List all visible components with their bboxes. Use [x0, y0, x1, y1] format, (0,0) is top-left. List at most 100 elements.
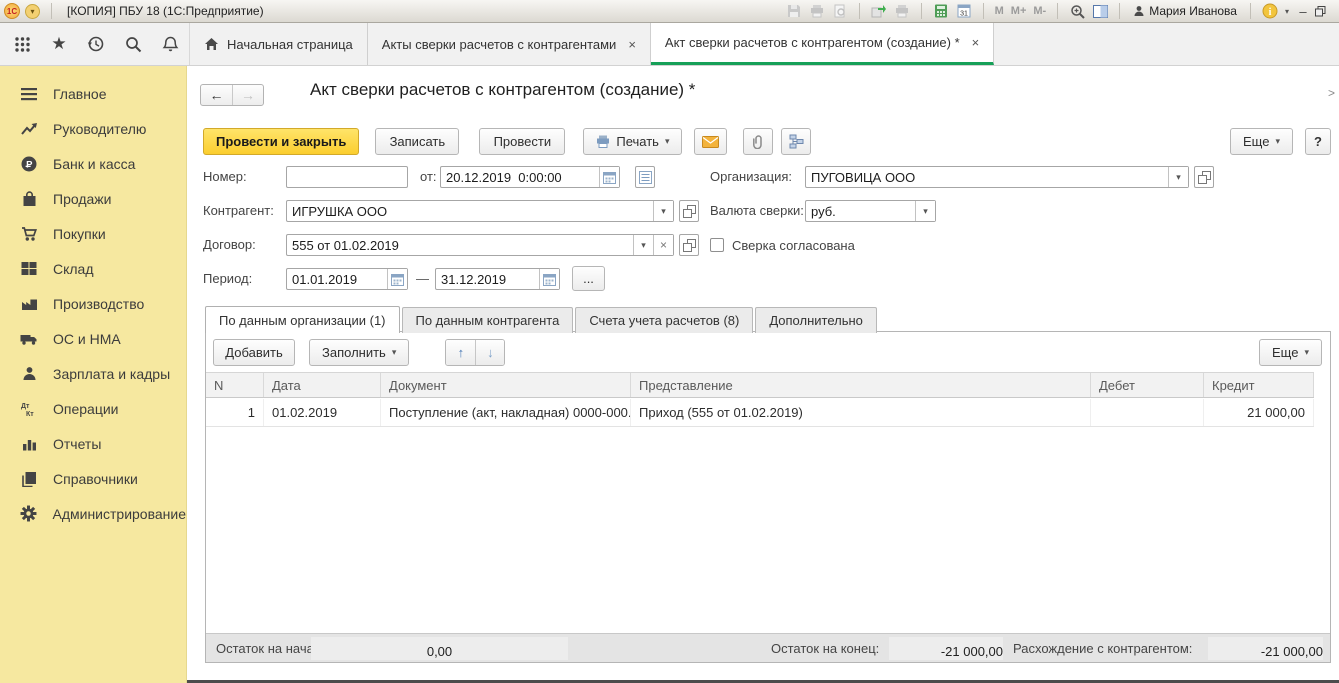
- col-representation[interactable]: Представление: [631, 373, 1091, 397]
- forward-button[interactable]: →: [232, 85, 263, 105]
- number-input[interactable]: [287, 167, 407, 187]
- period-to-input[interactable]: [436, 269, 539, 289]
- sidebar-item-manager[interactable]: Руководителю: [0, 111, 186, 146]
- date-input[interactable]: [441, 167, 599, 187]
- memory-plus-icon[interactable]: M+: [1009, 5, 1029, 17]
- col-document[interactable]: Документ: [381, 373, 631, 397]
- counterparty-open-button[interactable]: [679, 200, 699, 222]
- contract-open-button[interactable]: [679, 234, 699, 256]
- tab-settlement-accounts[interactable]: Счета учета расчетов (8): [575, 307, 753, 333]
- history-icon[interactable]: [86, 34, 106, 54]
- memory-icon[interactable]: M: [993, 5, 1006, 17]
- sidebar-item-production[interactable]: Производство: [0, 286, 186, 321]
- close-tab-icon[interactable]: ×: [628, 37, 636, 52]
- notifications-bell-icon[interactable]: [160, 34, 180, 54]
- sidebar-item-payroll-hr[interactable]: Зарплата и кадры: [0, 356, 186, 391]
- sidebar-item-sales[interactable]: Продажи: [0, 181, 186, 216]
- sidebar-item-operations[interactable]: ДтКт Операции: [0, 391, 186, 426]
- sidebar-item-fixed-assets[interactable]: ОС и НМА: [0, 321, 186, 356]
- sidebar-item-reports[interactable]: Отчеты: [0, 426, 186, 461]
- dropdown-icon[interactable]: ▾: [633, 235, 653, 255]
- move-down-button[interactable]: ↓: [475, 340, 504, 365]
- memory-minus-icon[interactable]: M-: [1031, 5, 1048, 17]
- dropdown-icon[interactable]: ▾: [915, 201, 935, 221]
- restore-button[interactable]: [1315, 6, 1333, 17]
- dropdown-icon[interactable]: ▾: [1168, 167, 1188, 187]
- back-button[interactable]: ←: [201, 85, 232, 105]
- send-email-button[interactable]: [694, 128, 727, 155]
- save-icon[interactable]: [784, 2, 804, 20]
- organization-field[interactable]: ▾: [805, 166, 1189, 188]
- period-to-field[interactable]: [435, 268, 560, 290]
- zoom-icon[interactable]: [1067, 2, 1087, 20]
- post-button[interactable]: Провести: [479, 128, 565, 155]
- close-tab-icon[interactable]: ×: [972, 35, 980, 50]
- counterparty-field[interactable]: ▾: [286, 200, 674, 222]
- calendar-picker-icon[interactable]: [539, 269, 559, 289]
- attachments-button[interactable]: [743, 128, 773, 155]
- print-icon[interactable]: [807, 2, 827, 20]
- period-options-button[interactable]: ...: [572, 266, 605, 291]
- tab-by-counterparty[interactable]: По данным контрагента: [402, 307, 574, 333]
- tab-home[interactable]: Начальная страница: [190, 23, 368, 65]
- tab-acts-list[interactable]: Акты сверки расчетов с контрагентами ×: [368, 23, 651, 65]
- info-icon[interactable]: i: [1260, 2, 1280, 20]
- info-dropdown-icon[interactable]: ▾: [1283, 7, 1291, 16]
- favorites-star-icon[interactable]: ★: [49, 34, 69, 54]
- sidebar-item-bank-cash[interactable]: Р Банк и касса: [0, 146, 186, 181]
- period-from-input[interactable]: [287, 269, 387, 289]
- contract-input[interactable]: [287, 235, 633, 255]
- print-preview-icon[interactable]: [830, 2, 850, 20]
- calendar-picker-icon[interactable]: [387, 269, 407, 289]
- clear-icon[interactable]: ×: [653, 235, 673, 255]
- table-row[interactable]: 1 01.02.2019 Поступление (акт, накладная…: [206, 399, 1314, 427]
- fill-button[interactable]: Заполнить ▾: [309, 339, 409, 366]
- system-menu-icon[interactable]: ▾: [25, 4, 40, 19]
- move-up-button[interactable]: ↑: [446, 340, 475, 365]
- sidebar-item-main[interactable]: Главное: [0, 76, 186, 111]
- calendar-icon[interactable]: 31: [954, 2, 974, 20]
- tab-additional[interactable]: Дополнительно: [755, 307, 877, 333]
- col-debit[interactable]: Дебет: [1091, 373, 1204, 397]
- document-journal-button[interactable]: [635, 166, 655, 188]
- post-and-close-button[interactable]: Провести и закрыть: [203, 128, 359, 155]
- menu-grid-icon[interactable]: [12, 34, 32, 54]
- currency-field[interactable]: ▾: [805, 200, 936, 222]
- export-link-icon[interactable]: [869, 2, 889, 20]
- col-date[interactable]: Дата: [264, 373, 381, 397]
- sidebar-item-warehouse[interactable]: Склад: [0, 251, 186, 286]
- sidebar-item-directories[interactable]: Справочники: [0, 461, 186, 496]
- collapse-panel-chevron-icon[interactable]: >: [1328, 86, 1335, 100]
- print-button[interactable]: Печать ▾: [583, 128, 682, 155]
- more-button[interactable]: Еще ▾: [1230, 128, 1293, 155]
- grid-more-button[interactable]: Еще ▾: [1259, 339, 1322, 366]
- search-icon[interactable]: [123, 34, 143, 54]
- currency-input[interactable]: [806, 201, 915, 221]
- current-user[interactable]: Мария Иванова: [1129, 4, 1241, 18]
- help-button[interactable]: ?: [1305, 128, 1331, 155]
- tab-by-organization[interactable]: По данным организации (1): [205, 306, 400, 333]
- dropdown-icon[interactable]: ▾: [653, 201, 673, 221]
- period-from-field[interactable]: [286, 268, 408, 290]
- organization-open-button[interactable]: [1194, 166, 1214, 188]
- sidebar-item-administration[interactable]: Администрирование: [0, 496, 186, 531]
- document-structure-button[interactable]: [781, 128, 811, 155]
- add-row-button[interactable]: Добавить: [213, 339, 295, 366]
- sidebar-item-purchases[interactable]: Покупки: [0, 216, 186, 251]
- organization-input[interactable]: [806, 167, 1168, 187]
- calculator-icon[interactable]: [931, 2, 951, 20]
- tab-act-create[interactable]: Акт сверки расчетов с контрагентом (созд…: [651, 23, 994, 65]
- split-view-icon[interactable]: [1090, 2, 1110, 20]
- col-n[interactable]: N: [206, 373, 264, 397]
- reconciliation-approved-checkbox[interactable]: [710, 238, 724, 252]
- divider: [51, 3, 52, 19]
- print-document-icon[interactable]: [892, 2, 912, 20]
- contract-field[interactable]: ▾ ×: [286, 234, 674, 256]
- calendar-picker-icon[interactable]: [599, 167, 619, 187]
- minimize-button[interactable]: –: [1294, 4, 1312, 19]
- col-credit[interactable]: Кредит: [1204, 373, 1314, 397]
- save-button[interactable]: Записать: [375, 128, 459, 155]
- date-field[interactable]: [440, 166, 620, 188]
- number-field[interactable]: [286, 166, 408, 188]
- counterparty-input[interactable]: [287, 201, 653, 221]
